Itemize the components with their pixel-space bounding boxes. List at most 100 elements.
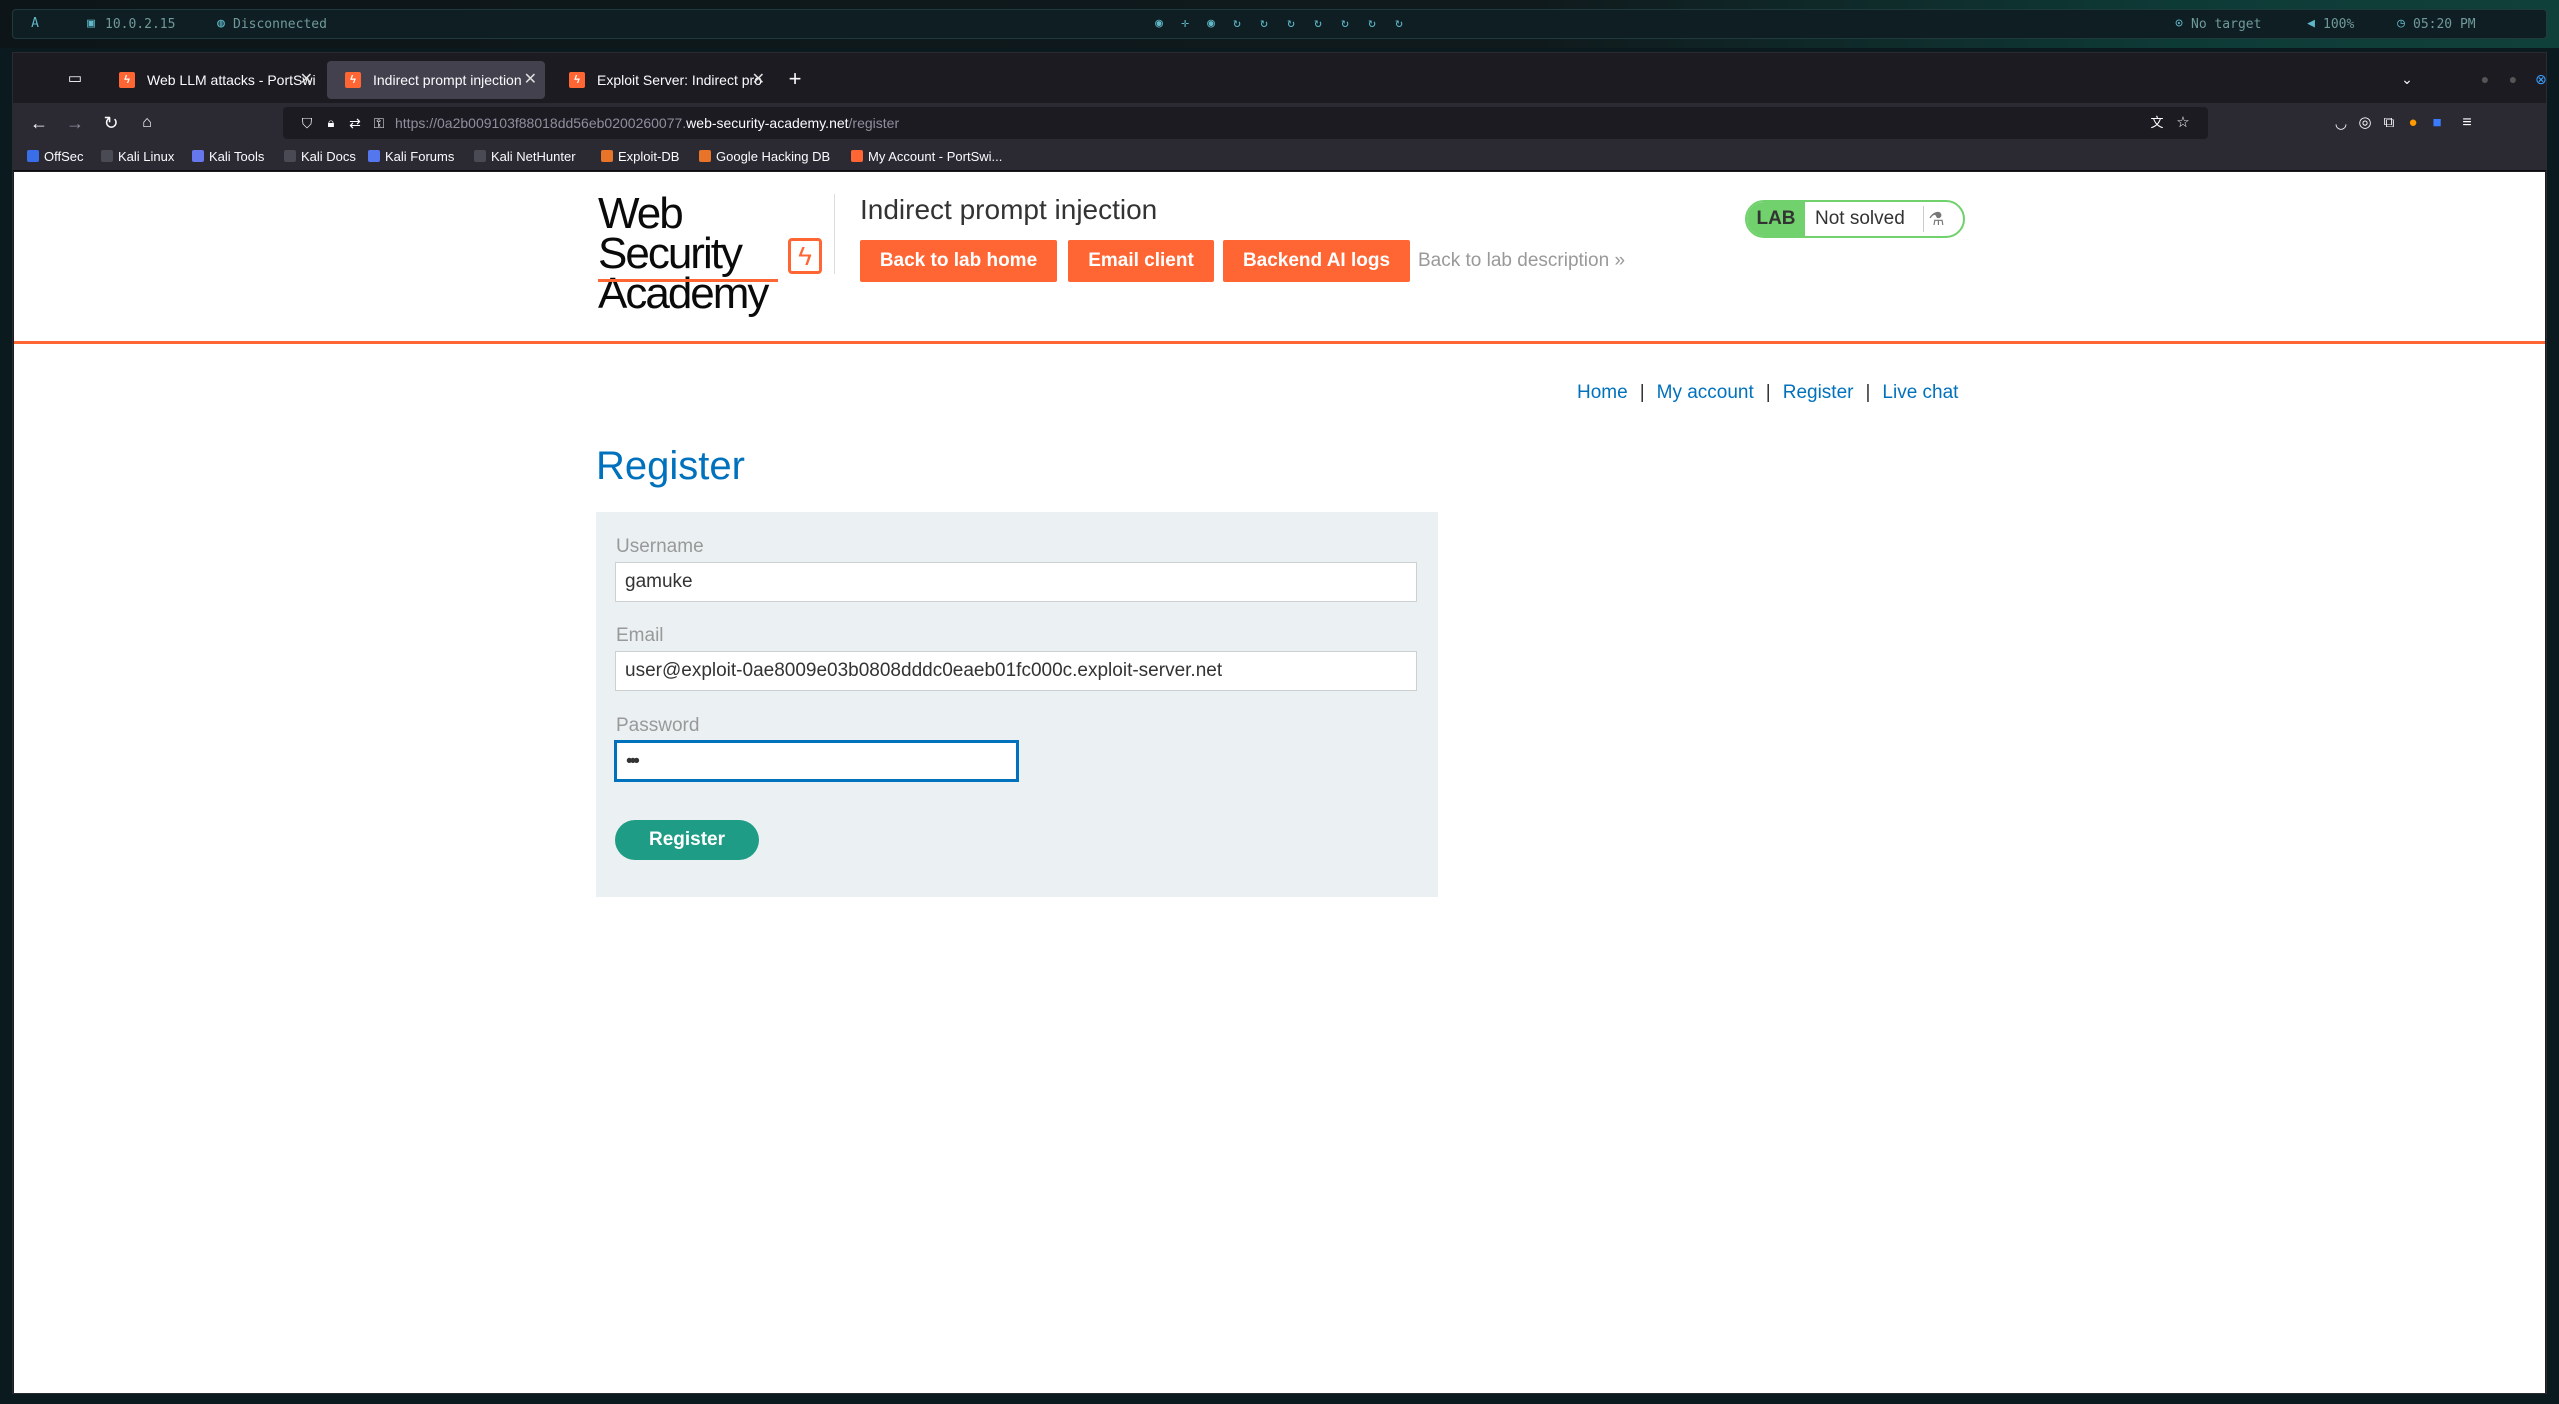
nav-home-link[interactable]: Home — [1577, 382, 1628, 403]
tab-indirect-prompt-injection[interactable]: ϟ Indirect prompt injection ✕ — [327, 61, 545, 99]
ghdb-icon — [699, 150, 711, 162]
clock: 05:20 PM — [2413, 17, 2476, 32]
flask-icon: ⚗ — [1923, 206, 1949, 232]
workspace-icon[interactable]: ↻ — [1256, 16, 1272, 32]
workspace-icon[interactable]: ↻ — [1283, 16, 1299, 32]
workspace-icon[interactable]: ↻ — [1310, 16, 1326, 32]
close-window-icon[interactable]: ⊗ — [2529, 67, 2553, 91]
web-security-academy-logo[interactable]: Web Security Academy ϟ — [598, 189, 822, 316]
browser-window: ▭ ϟ Web LLM attacks - PortSwi ✕ ϟ Indire… — [12, 52, 2547, 1394]
minimize-icon[interactable]: ● — [2473, 67, 2497, 91]
clock-icon: ◷ — [2397, 16, 2405, 31]
workspace-icon[interactable]: ◉ — [1151, 16, 1167, 32]
nav-live-chat-link[interactable]: Live chat — [1882, 382, 1958, 403]
pocket-icon[interactable]: ◡ — [2329, 111, 2353, 135]
username-input[interactable]: gamuke — [615, 562, 1417, 602]
tab-overview-icon[interactable]: ▭ — [63, 67, 87, 91]
bookmark-item[interactable]: Google Hacking DB — [699, 149, 830, 164]
bookmark-item[interactable]: Exploit-DB — [601, 149, 679, 164]
back-to-lab-home-button[interactable]: Back to lab home — [860, 240, 1057, 282]
shield-icon[interactable]: ⛉ — [295, 111, 319, 135]
extensions-icon[interactable]: ⧉ — [2377, 111, 2401, 135]
bookmark-item[interactable]: Kali Tools — [192, 149, 264, 164]
workspace-icon[interactable]: ↻ — [1391, 16, 1407, 32]
bookmark-item[interactable]: Kali Forums — [368, 149, 454, 164]
maximize-icon[interactable]: ● — [2501, 67, 2525, 91]
bookmark-item[interactable]: OffSec — [27, 149, 84, 164]
volume-level: 100% — [2323, 17, 2355, 32]
nav-register-link[interactable]: Register — [1783, 382, 1854, 403]
workspace-icon[interactable]: ↻ — [1229, 16, 1245, 32]
back-to-lab-description-link[interactable]: Back to lab description » — [1418, 250, 1625, 272]
password-input[interactable]: ••• — [614, 740, 1019, 782]
translate-icon[interactable]: 文 — [2145, 111, 2169, 135]
volume-icon[interactable]: ◀ — [2303, 16, 2319, 32]
bookmark-label: Kali Tools — [209, 149, 265, 164]
logo-line1: Web Security — [598, 189, 743, 278]
exploit-db-icon — [601, 150, 613, 162]
register-button[interactable]: Register — [615, 820, 759, 860]
foxyproxy-icon[interactable]: ● — [2401, 111, 2425, 135]
bookmark-label: Exploit-DB — [618, 149, 680, 164]
logo-underline — [598, 279, 778, 282]
url-bar[interactable]: ⛉ 🔒︎ ⇄ ⚿ https://0a2b009103f88018dd56eb0… — [283, 107, 2208, 139]
bookmark-star-icon[interactable]: ☆ — [2171, 111, 2195, 135]
workspace-icon[interactable]: ◉ — [1203, 16, 1219, 32]
bookmark-label: OffSec — [44, 149, 84, 164]
kali-forums-icon — [368, 150, 380, 162]
bookmark-item[interactable]: Kali NetHunter — [474, 149, 576, 164]
workspace-icon[interactable]: ↻ — [1364, 16, 1380, 32]
status-bar: A ▣ 10.0.2.15 ◍ Disconnected ◉ ✛ ◉ ↻ ↻ ↻… — [12, 9, 2547, 39]
account-icon[interactable]: ◎ — [2353, 111, 2377, 135]
new-tab-icon[interactable]: + — [783, 67, 807, 91]
forward-arrow-icon[interactable]: → — [63, 111, 87, 135]
email-client-button[interactable]: Email client — [1068, 240, 1214, 282]
network-icon: ▣ — [87, 16, 95, 31]
kali-icon — [284, 150, 296, 162]
lab-tag: LAB — [1747, 202, 1805, 236]
tab-web-llm-attacks[interactable]: ϟ Web LLM attacks - PortSwi ✕ — [101, 61, 321, 99]
bookmark-label: My Account - PortSwi... — [868, 149, 1003, 164]
bookmarks-bar: OffSec Kali Linux Kali Tools Kali Docs K… — [13, 143, 2546, 171]
lightning-bolt-icon: ϟ — [788, 238, 822, 274]
menu-icon[interactable]: ≡ — [2455, 111, 2479, 135]
workspace-icon[interactable]: ✛ — [1177, 16, 1193, 32]
bookmark-item[interactable]: My Account - PortSwi... — [851, 149, 1002, 164]
tab-label: Indirect prompt injection — [373, 72, 522, 88]
list-tabs-chevron-down-icon[interactable]: ⌄ — [2395, 67, 2419, 91]
url-prefix: https://0a2b009103f88018dd56eb0200260077… — [395, 115, 687, 131]
vpn-status: Disconnected — [233, 17, 327, 32]
bookmark-label: Kali Docs — [301, 149, 356, 164]
url-text[interactable]: https://0a2b009103f88018dd56eb0200260077… — [395, 115, 899, 131]
back-desc-label: Back to lab description — [1418, 250, 1610, 271]
nav-separator: | — [1865, 382, 1871, 403]
lab-header: Web Security Academy ϟ Indirect prompt i… — [14, 172, 2545, 344]
home-icon[interactable]: ⌂ — [135, 111, 159, 135]
kali-icon — [474, 150, 486, 162]
nav-separator: | — [1765, 382, 1771, 403]
close-tab-icon[interactable]: ✕ — [300, 61, 313, 99]
double-chevron-right-icon: » — [1614, 250, 1626, 271]
lab-status-text: Not solved — [1815, 208, 1905, 229]
email-input[interactable]: user@exploit-0ae8009e03b0808dddc0eaeb01f… — [615, 651, 1417, 691]
extension-icon[interactable]: ■ — [2425, 111, 2449, 135]
tab-exploit-server[interactable]: ϟ Exploit Server: Indirect pro ✕ — [551, 61, 773, 99]
close-tab-icon[interactable]: ✕ — [524, 61, 537, 99]
key-icon[interactable]: ⚿ — [367, 111, 391, 135]
username-label: Username — [616, 536, 704, 557]
url-path: /register — [848, 115, 900, 131]
kali-tools-icon — [192, 150, 204, 162]
bookmark-item[interactable]: Kali Docs — [284, 149, 356, 164]
nav-my-account-link[interactable]: My account — [1657, 382, 1754, 403]
kali-menu-icon[interactable]: A — [27, 16, 43, 32]
permissions-icon[interactable]: ⇄ — [343, 111, 367, 135]
close-tab-icon[interactable]: ✕ — [752, 61, 765, 99]
vpn-shield-icon: ◍ — [217, 16, 225, 31]
bookmark-item[interactable]: Kali Linux — [101, 149, 174, 164]
workspace-icon[interactable]: ↻ — [1337, 16, 1353, 32]
backend-ai-logs-button[interactable]: Backend AI logs — [1223, 240, 1410, 282]
reload-icon[interactable]: ↻ — [99, 111, 123, 135]
back-arrow-icon[interactable]: ← — [27, 111, 51, 135]
lab-status-badge: LAB Not solved ⚗ — [1745, 200, 1965, 238]
lock-icon[interactable]: 🔒︎ — [319, 111, 343, 135]
